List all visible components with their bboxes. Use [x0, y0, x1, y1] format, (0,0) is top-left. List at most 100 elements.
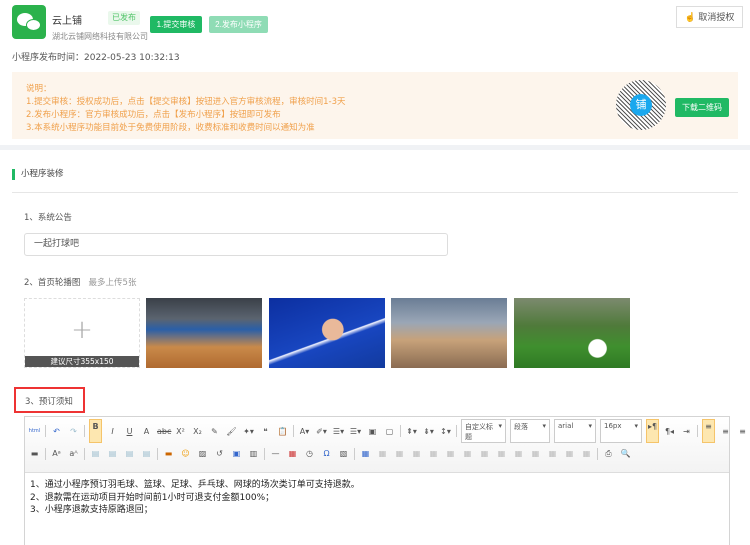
notice-box: 说明： 1.提交审核：授权成功后，点击【提交审核】按钮进入官方审核流程，审核时间… — [12, 72, 738, 139]
unordered-list-icon[interactable]: ☰▾ — [349, 425, 362, 438]
notice-line: 3.本系统小程序功能目前处于免费使用阶段，收费标准和收费时间以通知为准 — [26, 123, 315, 133]
submit-review-button[interactable]: 1.提交审核 — [150, 16, 202, 33]
split-cols-icon[interactable]: ▦ — [563, 447, 576, 460]
cancel-auth-button[interactable]: ☝ 取消授权 — [676, 6, 743, 28]
source-icon[interactable]: html — [28, 425, 41, 438]
content-line: 2、退款需在运动项目开始时间前1小时可退支付金额100%； — [30, 492, 275, 503]
case-lower-icon[interactable]: aᴬ — [67, 447, 80, 460]
indent-icon[interactable]: ⇥ — [680, 425, 693, 438]
auto-format-icon[interactable]: ✦▾ — [242, 425, 255, 438]
bold-icon[interactable]: B — [89, 419, 102, 443]
divider — [0, 145, 750, 150]
strikethrough-icon[interactable]: abc — [157, 425, 171, 438]
font-color-icon[interactable]: A▾ — [298, 425, 311, 438]
time-icon[interactable]: ◷ — [303, 447, 316, 460]
download-qr-button[interactable]: 下载二维码 — [675, 98, 729, 117]
image-none-icon[interactable]: ▤ — [89, 447, 102, 460]
undo-icon[interactable]: ↶ — [50, 425, 63, 438]
case-upper-icon[interactable]: Aᵃ — [50, 447, 63, 460]
scrawl-icon[interactable]: ▨ — [196, 447, 209, 460]
font-size-select[interactable]: 16px ▾ — [600, 419, 642, 443]
delete-table-icon[interactable]: ▦ — [376, 447, 389, 460]
app-logo — [12, 5, 46, 39]
template-icon[interactable]: ▥ — [247, 447, 260, 460]
image-center-icon[interactable]: ▤ — [140, 447, 153, 460]
wordimage-icon[interactable]: ▧ — [337, 447, 350, 460]
justify-icon[interactable]: ▬ — [28, 447, 41, 460]
image-right-icon[interactable]: ▤ — [123, 447, 136, 460]
chart-icon[interactable]: ▦ — [580, 447, 593, 460]
paragraph-select[interactable]: 段落 ▾ — [510, 419, 550, 443]
format-brush-icon[interactable]: 🖌 — [225, 425, 238, 438]
content-line: 3、小程序退款支持原路退回； — [30, 505, 153, 515]
notice-line: 2.发布小程序：官方审核成功后，点击【发布小程序】按钮即可发布 — [26, 110, 281, 120]
superscript-icon[interactable]: X² — [174, 425, 187, 438]
image-left-icon[interactable]: ▤ — [106, 447, 119, 460]
print-icon[interactable]: ⎙ — [602, 447, 615, 460]
align-right-icon[interactable]: ≡ — [736, 425, 749, 438]
insert-row-icon[interactable]: ▦ — [410, 447, 423, 460]
merge-cells-icon[interactable]: ▦ — [478, 447, 491, 460]
qr-code: 铺 — [616, 80, 666, 130]
rtl-icon[interactable]: ¶◂ — [663, 425, 676, 438]
align-left-icon[interactable]: ≡ — [702, 419, 715, 443]
content-line: 1、通过小程序预订羽毛球、篮球、足球、乒乓球、网球的场次类订单可支持退款。 — [30, 480, 360, 490]
announcement-label: 1、系统公告 — [24, 213, 72, 223]
heading-select[interactable]: 自定义标题 ▾ — [461, 419, 506, 443]
paste-icon[interactable]: 📋 — [276, 425, 289, 438]
clear-doc-icon[interactable]: ▢ — [383, 425, 396, 438]
publish-time: 小程序发布时间：2022-05-23 10:32:13 — [12, 53, 180, 63]
company-name: 湖北云铺网络科技有限公司 — [52, 32, 148, 41]
row-spacing-bottom-icon[interactable]: ⇟▾ — [422, 425, 435, 438]
insert-col-icon[interactable]: ▦ — [444, 447, 457, 460]
editor-content[interactable]: 1、通过小程序预订羽毛球、篮球、足球、乒乓球、网球的场次类订单可支持退款。 2、… — [30, 479, 360, 517]
select-all-icon[interactable]: ▣ — [366, 425, 379, 438]
carousel-image[interactable] — [146, 298, 262, 368]
booking-label: 3、预订须知 — [14, 387, 85, 413]
carousel-image[interactable] — [514, 298, 630, 368]
section-title: 小程序装修 — [12, 169, 64, 180]
emotion-icon[interactable]: ☺ — [179, 447, 192, 460]
plus-icon: + — [71, 315, 93, 345]
redo-icon[interactable]: ↷ — [67, 425, 80, 438]
split-cells-icon[interactable]: ▦ — [529, 447, 542, 460]
italic-icon[interactable]: I — [106, 425, 119, 438]
video-icon[interactable]: ▣ — [230, 447, 243, 460]
publish-button[interactable]: 2.发布小程序 — [209, 16, 268, 33]
delete-col-icon[interactable]: ▦ — [461, 447, 474, 460]
preview-icon[interactable]: 🔍 — [619, 447, 632, 460]
editor-toolbar: html ↶ ↷ B I U Aabc X² X₂ ✎ 🖌 ✦▾ ❝ 📋 A▾ ✐▾ ☰▾ ☰▾ ▣ ▢ ⇞▾ ⇟… — [25, 417, 746, 473]
subscript-icon[interactable]: X₂ — [191, 425, 204, 438]
carousel-label: 2、首页轮播图 最多上传5张 — [24, 278, 137, 288]
split-rows-icon[interactable]: ▦ — [546, 447, 559, 460]
special-chars-icon[interactable]: Ω — [320, 447, 333, 460]
ordered-list-icon[interactable]: ☰▾ — [332, 425, 345, 438]
insert-frame-icon[interactable]: ↺ — [213, 447, 226, 460]
font-family-select[interactable]: arial ▾ — [554, 419, 596, 443]
border-icon[interactable]: A — [140, 425, 153, 438]
quote-icon[interactable]: ❝ — [259, 425, 272, 438]
insert-paragraph-icon[interactable]: ▦ — [393, 447, 406, 460]
bg-color-icon[interactable]: ✐▾ — [315, 425, 328, 438]
upload-button[interactable]: + 建议尺寸355x150 — [24, 298, 140, 368]
divider — [12, 192, 738, 193]
announcement-input[interactable]: 一起打球吧 — [24, 233, 448, 256]
notice-line: 1.提交审核：授权成功后，点击【提交审核】按钮进入官方审核流程，审核时间1-3天 — [26, 97, 346, 107]
underline-icon[interactable]: U — [123, 425, 136, 438]
line-height-icon[interactable]: ↕▾ — [439, 425, 452, 438]
date-icon[interactable]: ▦ — [286, 447, 299, 460]
table-icon[interactable]: ▦ — [359, 447, 372, 460]
rich-text-editor[interactable]: html ↶ ↷ B I U Aabc X² X₂ ✎ 🖌 ✦▾ ❝ 📋 A▾ ✐▾ ☰▾ ☰▾ ▣ ▢ ⇞▾ ⇟… — [24, 416, 746, 545]
image-icon[interactable]: ▬ — [162, 447, 175, 460]
merge-right-icon[interactable]: ▦ — [495, 447, 508, 460]
carousel-image[interactable] — [269, 298, 385, 368]
eraser-icon[interactable]: ✎ — [208, 425, 221, 438]
align-center-icon[interactable]: ≡ — [719, 425, 732, 438]
row-spacing-top-icon[interactable]: ⇞▾ — [405, 425, 418, 438]
delete-row-icon[interactable]: ▦ — [427, 447, 440, 460]
status-badge: 已发布 — [108, 11, 140, 25]
merge-down-icon[interactable]: ▦ — [512, 447, 525, 460]
horizontal-line-icon[interactable]: — — [269, 447, 282, 460]
carousel-image[interactable] — [391, 298, 507, 368]
ltr-icon[interactable]: ▸¶ — [646, 419, 659, 443]
